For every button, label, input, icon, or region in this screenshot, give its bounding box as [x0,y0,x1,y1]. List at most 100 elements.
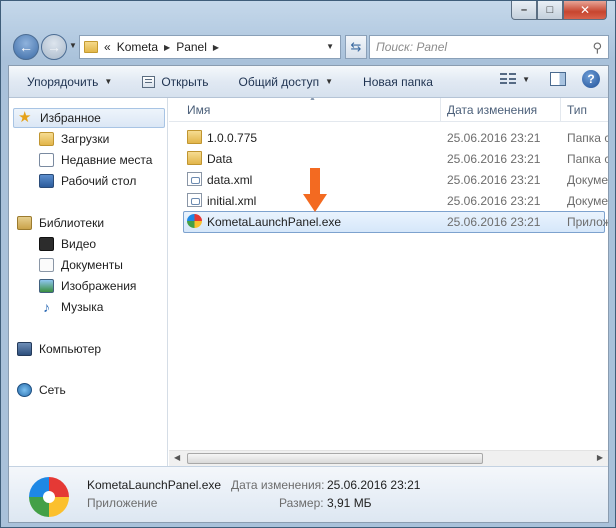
preview-pane-icon[interactable] [550,72,566,86]
file-type: Приложение [567,215,608,229]
details-modified-value: 25.06.2016 23:21 [327,478,421,492]
breadcrumb-separator-icon[interactable]: ▶ [213,43,219,52]
xml-file-icon [187,172,202,186]
details-size-value: 3,91 МБ [327,496,372,510]
search-icon: ⚲ [592,40,602,55]
file-name: 1.0.0.775 [207,131,258,145]
organize-label: Упорядочить [27,74,99,89]
horizontal-scrollbar[interactable]: ◀ ▶ [169,450,608,466]
caption-buttons: – □ ✕ [511,1,607,21]
chevron-down-icon: ▼ [325,77,334,86]
column-header-name[interactable]: Имя [187,103,210,117]
file-row-initial-xml[interactable]: initial.xml 25.06.2016 23:21 Документ XM… [183,191,608,211]
breadcrumb-separator-icon[interactable]: ▶ [164,43,170,52]
file-row-folder-1[interactable]: 1.0.0.775 25.06.2016 23:21 Папка с файла… [183,128,608,148]
forward-button[interactable]: → [41,34,67,60]
file-name: data.xml [207,173,253,187]
column-header-date[interactable]: Дата изменения [447,103,537,117]
maximize-button[interactable]: □ [537,1,563,20]
nav-item-libraries[interactable]: Библиотеки [17,213,104,233]
column-headers: ▲ Имя Дата изменения Тип [169,98,608,122]
nav-item-recent[interactable]: Недавние места [39,150,152,170]
documents-icon [39,258,54,272]
breadcrumb-panel[interactable]: Panel [176,40,207,54]
minimize-button[interactable]: – [511,1,537,20]
scroll-left-icon[interactable]: ◀ [174,453,180,462]
back-button[interactable]: ← [13,34,39,60]
nav-label: Избранное [40,111,101,125]
scrollbar-thumb[interactable] [187,453,483,464]
file-row-folder-data[interactable]: Data 25.06.2016 23:21 Папка с файлами [183,149,608,169]
open-label: Открыть [161,74,209,89]
close-button[interactable]: ✕ [563,1,607,20]
search-input[interactable]: Поиск: Panel ⚲ [369,35,609,59]
breadcrumb-overflow[interactable]: « [104,40,111,54]
nav-label: Документы [61,258,123,272]
nav-item-desktop[interactable]: Рабочий стол [39,171,136,191]
libraries-icon [17,216,32,230]
share-label: Общий доступ [238,74,320,89]
file-list: ▲ Имя Дата изменения Тип 1.0.0.775 25.06… [169,98,608,450]
video-icon [39,237,54,251]
refresh-button[interactable]: ⇆ [345,35,367,59]
open-button[interactable]: Открыть [134,70,216,94]
details-file-type: Приложение [87,496,158,510]
explorer-window: – □ ✕ ← → ▼ « Kometa ▶ Panel ▶ ▼ ⇆ Поиск… [0,0,616,528]
change-view-icon[interactable] [500,73,517,85]
nav-item-music[interactable]: ♪ Музыка [39,297,103,317]
column-divider[interactable] [560,98,561,122]
nav-label: Библиотеки [39,216,105,230]
breadcrumb-kometa[interactable]: Kometa [117,40,158,54]
new-folder-button[interactable]: Новая папка [355,70,441,94]
organize-button[interactable]: Упорядочить ▼ [19,70,120,94]
nav-item-pictures[interactable]: Изображения [39,276,136,296]
file-date: 25.06.2016 23:21 [447,173,541,187]
sort-ascending-icon: ▲ [309,98,316,102]
kometa-app-large-icon [29,477,69,517]
arrow-right-icon: → [47,39,61,55]
computer-icon [17,342,32,356]
navigation-row: ← → ▼ « Kometa ▶ Panel ▶ ▼ ⇆ Поиск: Pane… [9,31,609,63]
nav-label: Недавние места [61,153,153,167]
nav-label: Видео [61,237,97,251]
nav-item-network[interactable]: Сеть [17,380,66,400]
chevron-down-icon: ▼ [104,77,113,86]
view-dropdown-icon[interactable]: ▼ [522,75,530,84]
file-type: Документ XML [567,173,608,187]
column-header-type[interactable]: Тип [567,103,587,117]
pointer-arrow-icon [303,168,327,212]
file-date: 25.06.2016 23:21 [447,131,541,145]
nav-item-documents[interactable]: Документы [39,255,123,275]
share-button[interactable]: Общий доступ ▼ [230,70,341,94]
file-row-data-xml[interactable]: data.xml 25.06.2016 23:21 Документ XML [183,170,608,190]
nav-item-video[interactable]: Видео [39,234,96,254]
downloads-folder-icon [39,132,54,146]
recent-places-icon [39,153,54,167]
address-bar[interactable]: « Kometa ▶ Panel ▶ ▼ [79,35,341,59]
help-icon[interactable]: ? [582,70,600,88]
file-type: Папка с файлами [567,131,608,145]
nav-item-downloads[interactable]: Загрузки [39,129,109,149]
file-row-exe-selected[interactable]: KometaLaunchPanel.exe 25.06.2016 23:21 П… [183,211,608,233]
network-icon [17,383,32,397]
column-divider[interactable] [440,98,441,122]
desktop-icon [39,174,54,188]
details-pane: KometaLaunchPanel.exe Приложение Дата из… [9,466,608,522]
nav-label: Рабочий стол [61,174,137,188]
file-name: KometaLaunchPanel.exe [207,215,342,229]
recent-pages-dropdown[interactable]: ▼ [69,41,77,50]
file-date: 25.06.2016 23:21 [447,215,541,229]
refresh-icon: ⇆ [350,39,362,54]
music-icon: ♪ [43,299,50,315]
details-file-name: KometaLaunchPanel.exe [87,478,222,492]
address-dropdown-icon[interactable]: ▼ [326,42,334,51]
open-icon [142,75,156,88]
nav-label: Музыка [61,300,104,314]
scroll-right-icon[interactable]: ▶ [597,453,603,462]
file-type: Папка с файлами [567,152,608,166]
nav-item-computer[interactable]: Компьютер [17,339,101,359]
command-bar: Упорядочить ▼ Открыть Общий доступ ▼ Нов… [9,66,608,98]
file-date: 25.06.2016 23:21 [447,194,541,208]
nav-item-favorites[interactable]: ★ Избранное [13,108,165,128]
details-modified-label: Дата изменения: [231,478,325,492]
